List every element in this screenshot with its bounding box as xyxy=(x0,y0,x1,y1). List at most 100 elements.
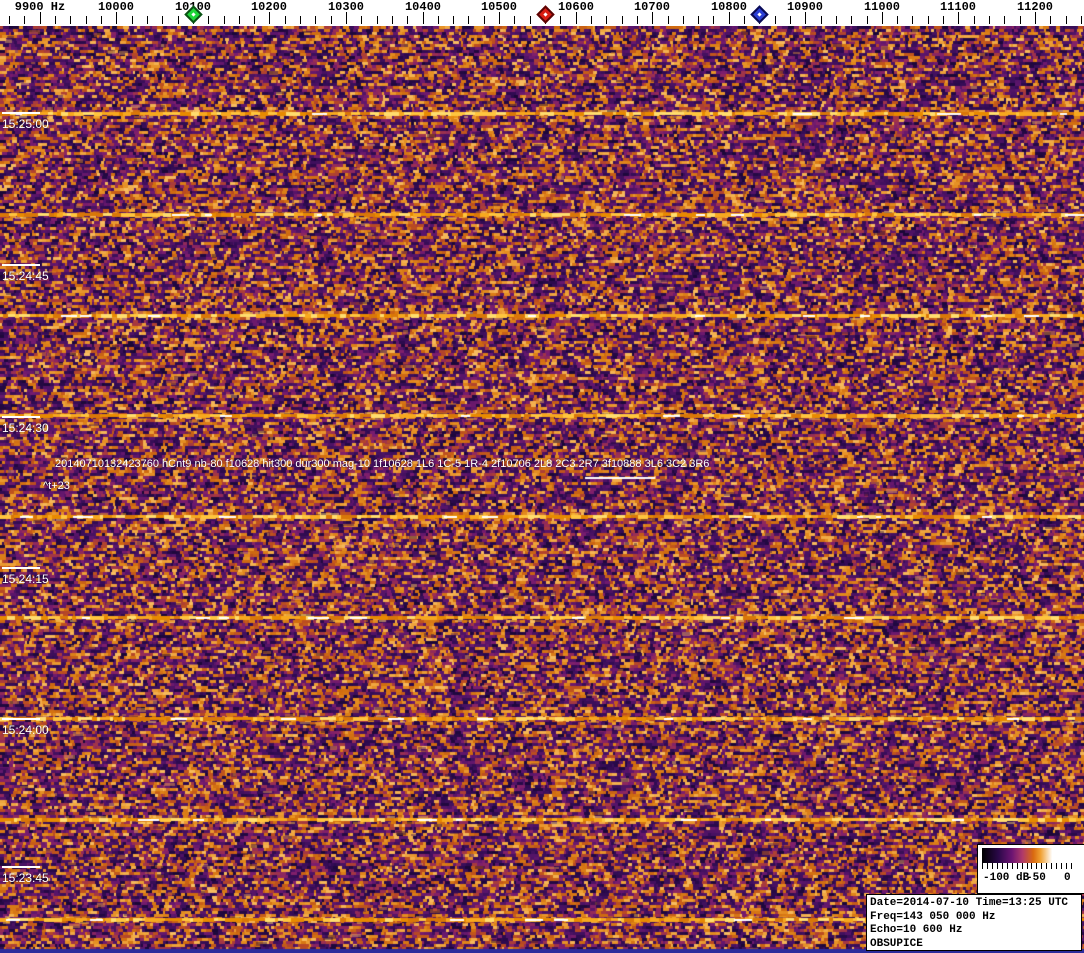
freq-label: 11000 xyxy=(863,0,900,14)
db-label-mid: -50 xyxy=(1026,872,1046,884)
minor-freq-tick xyxy=(208,16,209,24)
minor-freq-tick xyxy=(407,16,408,24)
minor-freq-tick xyxy=(162,16,163,24)
time-label: 15:25:00 xyxy=(2,117,49,131)
time-tick-dash xyxy=(2,416,40,418)
minor-freq-tick xyxy=(361,16,362,24)
db-scale-ticks xyxy=(982,863,1072,870)
minor-freq-tick xyxy=(468,16,469,24)
spectrogram-canvas[interactable] xyxy=(0,26,1084,953)
minor-freq-tick xyxy=(9,16,10,24)
db-scale-tick xyxy=(1031,863,1032,869)
minor-freq-tick xyxy=(606,16,607,24)
minor-freq-tick xyxy=(453,16,454,24)
db-label-min: -100 dB xyxy=(983,872,1030,884)
marker-center-dot xyxy=(191,12,196,17)
db-gradient-bar xyxy=(982,848,1072,863)
time-tick-dash xyxy=(2,264,40,266)
minor-freq-tick xyxy=(790,16,791,24)
info-echo: Echo=10 600 Hz xyxy=(870,924,963,936)
minor-freq-tick xyxy=(239,16,240,24)
time-label: 15:24:00 xyxy=(2,723,49,737)
freq-label: 10700 xyxy=(633,0,670,14)
minor-freq-tick xyxy=(744,16,745,24)
minor-freq-tick xyxy=(928,16,929,24)
freq-label: 10000 xyxy=(97,0,134,14)
db-scale-tick xyxy=(1041,863,1042,869)
minor-freq-tick xyxy=(1066,16,1067,24)
db-scale-tick xyxy=(1036,863,1037,869)
minor-freq-tick xyxy=(254,16,255,24)
minor-freq-tick xyxy=(943,16,944,24)
minor-freq-tick xyxy=(591,16,592,24)
info-station: OBSUPICE xyxy=(870,937,923,950)
db-scale-tick xyxy=(1002,863,1003,869)
frequency-ruler[interactable]: 9900 Hz100001010010200103001040010500106… xyxy=(0,0,1084,26)
minor-freq-tick xyxy=(713,16,714,24)
freq-label: 11100 xyxy=(939,0,976,14)
minor-freq-tick xyxy=(851,16,852,24)
minor-freq-tick xyxy=(377,16,378,24)
freq-label: 10200 xyxy=(250,0,287,14)
minor-freq-tick xyxy=(821,16,822,24)
time-label: 15:24:15 xyxy=(2,572,49,586)
minor-freq-tick xyxy=(560,16,561,24)
minor-freq-tick xyxy=(285,16,286,24)
minor-freq-tick xyxy=(438,16,439,24)
minor-freq-tick xyxy=(300,16,301,24)
db-scale-tick xyxy=(1056,863,1057,869)
freq-label: 10500 xyxy=(480,0,517,14)
minor-freq-tick xyxy=(867,16,868,24)
minor-freq-tick xyxy=(315,16,316,24)
db-scale-tick xyxy=(987,863,988,869)
observation-info-box: Date=2014-07-10 Time=13:25 UTC Freq=143 … xyxy=(866,894,1082,951)
db-scale-tick xyxy=(1051,863,1052,869)
minor-freq-tick xyxy=(514,16,515,24)
minor-freq-tick xyxy=(1004,16,1005,24)
minor-freq-tick xyxy=(637,16,638,24)
time-label: 15:23:45 xyxy=(2,871,49,885)
db-scale-tick xyxy=(992,863,993,869)
db-scale-tick xyxy=(1017,863,1018,869)
freq-label: 9900 Hz xyxy=(14,0,66,14)
detection-annotation: 20140710132423760 hCnt9 nb-80 f10628 hit… xyxy=(55,458,710,470)
minor-freq-tick xyxy=(912,16,913,24)
minor-freq-tick xyxy=(1081,16,1082,24)
freq-label: 10900 xyxy=(786,0,823,14)
minor-freq-tick xyxy=(86,16,87,24)
time-tick-dash xyxy=(2,112,40,114)
minor-freq-tick xyxy=(897,16,898,24)
minor-freq-tick xyxy=(178,16,179,24)
freq-label: 11200 xyxy=(1016,0,1053,14)
time-label: 15:24:45 xyxy=(2,269,49,283)
db-color-scale: -100 dB -50 0 xyxy=(977,844,1084,894)
time-tick-dash xyxy=(2,866,40,868)
minor-freq-tick xyxy=(622,16,623,24)
minor-freq-tick xyxy=(70,16,71,24)
minor-freq-tick xyxy=(331,16,332,24)
db-scale-tick xyxy=(1071,863,1072,869)
db-scale-tick xyxy=(997,863,998,869)
minor-freq-tick xyxy=(55,16,56,24)
db-label-max: 0 xyxy=(1064,872,1071,884)
marker-center-dot xyxy=(543,12,548,17)
db-scale-tick xyxy=(1007,863,1008,869)
minor-freq-tick xyxy=(392,16,393,24)
db-scale-tick xyxy=(1012,863,1013,869)
info-frequency: Freq=143 050 000 Hz xyxy=(870,910,996,923)
minor-freq-tick xyxy=(836,16,837,24)
minor-freq-tick xyxy=(24,16,25,24)
minor-freq-tick xyxy=(224,16,225,24)
time-tick-dash xyxy=(2,718,40,720)
db-scale-tick xyxy=(1066,863,1067,869)
db-scale-tick xyxy=(1027,863,1028,869)
spectrogram-app-window: 9900 Hz100001010010200103001040010500106… xyxy=(0,0,1084,953)
minor-freq-tick xyxy=(974,16,975,24)
db-scale-tick xyxy=(1046,863,1047,869)
minor-freq-tick xyxy=(484,16,485,24)
time-label: 15:24:30 xyxy=(2,421,49,435)
detection-submarker: ^t+23 xyxy=(43,480,70,492)
minor-freq-tick xyxy=(1020,16,1021,24)
minor-freq-tick xyxy=(530,16,531,24)
db-scale-tick xyxy=(1022,863,1023,869)
